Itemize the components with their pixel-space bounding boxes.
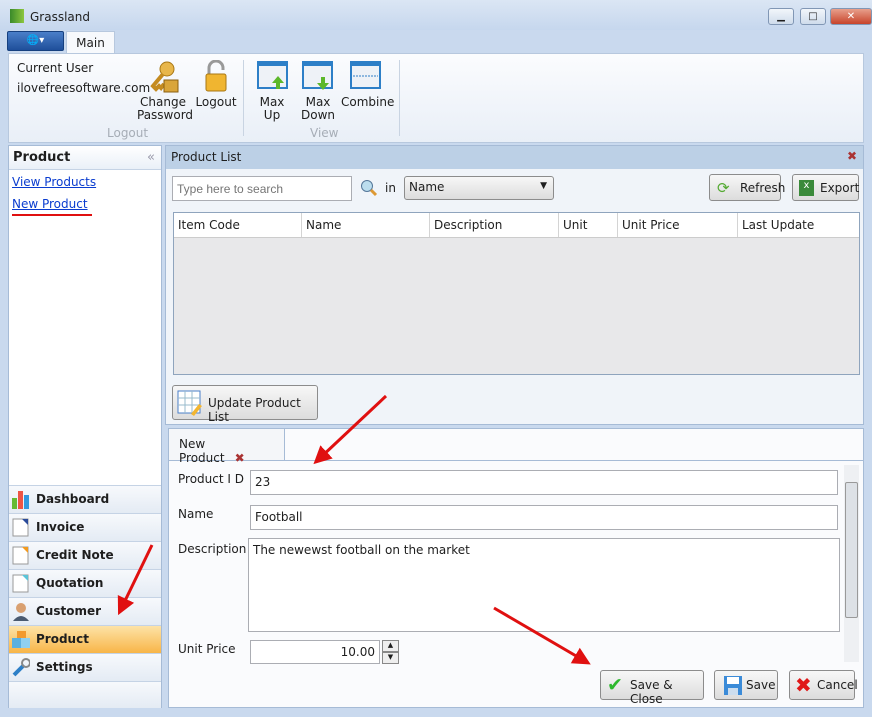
tab-main[interactable]: Main <box>66 31 115 54</box>
padlock-icon <box>205 60 227 92</box>
sidebar-item-dashboard[interactable]: Dashboard <box>9 485 161 513</box>
key-lock-icon <box>150 61 179 93</box>
decrement-button[interactable]: ▼ <box>382 652 399 664</box>
maximize-button[interactable]: □ <box>800 8 826 25</box>
group-separator <box>399 60 400 136</box>
product-id-label: Product I D <box>178 472 244 486</box>
logout-group-label: Logout <box>107 126 149 140</box>
save-button[interactable]: Save <box>714 670 778 700</box>
view-products-link[interactable]: View Products <box>12 175 96 189</box>
sidebar-item-credit-note[interactable]: Credit Note <box>9 541 161 569</box>
sidebar-item-customer[interactable]: Customer <box>9 597 161 625</box>
current-user-label: Current User <box>17 61 94 75</box>
sidebar-item-settings[interactable]: Settings <box>9 653 161 681</box>
app-menu-button[interactable]: 🌐▾ <box>7 31 64 51</box>
search-input[interactable] <box>172 176 352 201</box>
globe-icon: 🌐▾ <box>26 35 45 46</box>
close-button[interactable]: ✕ <box>830 8 872 25</box>
increment-button[interactable]: ▲ <box>382 640 399 652</box>
tab-divider <box>169 460 863 461</box>
minimize-button[interactable]: ▁ <box>768 8 794 25</box>
search-icon[interactable] <box>360 179 378 197</box>
document-icon <box>12 574 29 593</box>
unit-price-input[interactable]: 10.00 <box>250 640 380 664</box>
sidebar: Product « View Products New Product Dashb… <box>8 145 162 708</box>
unit-price-label: Unit Price <box>178 642 236 656</box>
search-field-dropdown[interactable]: Name ▼ <box>404 176 554 200</box>
logout-button[interactable]: Logout <box>194 58 238 122</box>
in-label: in <box>385 181 396 195</box>
table-header: Item Code Name Description Unit Unit Pri… <box>174 213 859 238</box>
save-close-button[interactable]: ✔ Save & Close <box>600 670 704 706</box>
ribbon: Current User ilovefreesoftware.com Chang… <box>8 53 864 143</box>
excel-icon: x <box>799 180 814 196</box>
product-table[interactable]: Item Code Name Description Unit Unit Pri… <box>173 212 860 375</box>
checkmark-icon: ✔ <box>607 674 623 696</box>
scrollbar-thumb[interactable] <box>845 482 858 618</box>
view-group-label: View <box>310 126 339 140</box>
document-icon <box>12 518 29 537</box>
combine-button[interactable]: Combine <box>341 58 394 122</box>
update-product-list-button[interactable]: Update Product List <box>172 385 318 424</box>
max-down-icon <box>302 61 333 90</box>
floppy-disk-icon <box>724 676 742 695</box>
combine-icon <box>350 61 381 89</box>
bar-chart-icon <box>12 491 29 509</box>
name-label: Name <box>178 507 214 521</box>
form-scrollbar[interactable] <box>844 465 859 662</box>
window-title: Grassland <box>30 10 90 24</box>
column-name[interactable]: Name <box>302 213 430 237</box>
sidebar-item-quotation[interactable]: Quotation <box>9 569 161 597</box>
refresh-icon: ⟳ <box>717 179 730 197</box>
boxes-icon <box>12 631 30 648</box>
chevron-down-icon: ▼ <box>540 181 547 191</box>
tab-new-product[interactable]: New Product ✖ <box>169 429 285 465</box>
document-icon <box>12 546 29 565</box>
column-unit-price[interactable]: Unit Price <box>618 213 738 237</box>
description-textarea[interactable]: The newewst football on the market <box>248 538 840 632</box>
max-up-button[interactable]: Max Up <box>255 58 289 122</box>
sidebar-item-product[interactable]: Product <box>9 625 161 653</box>
column-description[interactable]: Description <box>430 213 559 237</box>
sidebar-footer <box>9 681 161 708</box>
export-button[interactable]: x Export <box>792 174 859 201</box>
group-separator <box>243 60 244 136</box>
sidebar-item-invoice[interactable]: Invoice <box>9 513 161 541</box>
max-up-icon <box>257 61 288 89</box>
wrench-icon <box>12 658 30 677</box>
sidebar-title: Product « <box>9 146 161 170</box>
person-icon <box>13 603 29 621</box>
column-last-update[interactable]: Last Update <box>738 213 859 237</box>
app-logo-icon <box>10 9 24 23</box>
close-icon[interactable]: ✖ <box>847 149 857 163</box>
description-label: Description <box>178 542 247 556</box>
max-down-button[interactable]: Max Down <box>299 58 337 122</box>
product-id-input[interactable]: 23 <box>250 470 838 495</box>
name-input[interactable]: Football <box>250 505 838 530</box>
close-tab-icon[interactable]: ✖ <box>235 451 245 465</box>
new-product-panel: New Product ✖ Product I D 23 Name Footbal… <box>168 428 864 708</box>
refresh-button[interactable]: ⟳ Refresh <box>709 174 785 201</box>
collapse-icon[interactable]: « <box>147 150 155 165</box>
product-list-header: Product List ✖ <box>166 146 863 169</box>
title-bar: Grassland ▁ □ ✕ <box>0 0 872 30</box>
column-unit[interactable]: Unit <box>559 213 618 237</box>
current-user: ilovefreesoftware.com <box>17 81 151 95</box>
cancel-button[interactable]: ✖ Cancel <box>789 670 858 700</box>
product-list-panel: Product List✖ in Name▼ ⟳Refresh xExport … <box>165 145 864 425</box>
red-x-icon: ✖ <box>795 673 812 697</box>
change-password-button[interactable]: Change Password <box>137 58 193 122</box>
column-item-code[interactable]: Item Code <box>174 213 302 237</box>
table-edit-icon <box>177 390 202 416</box>
new-product-link[interactable]: New Product <box>12 197 88 211</box>
